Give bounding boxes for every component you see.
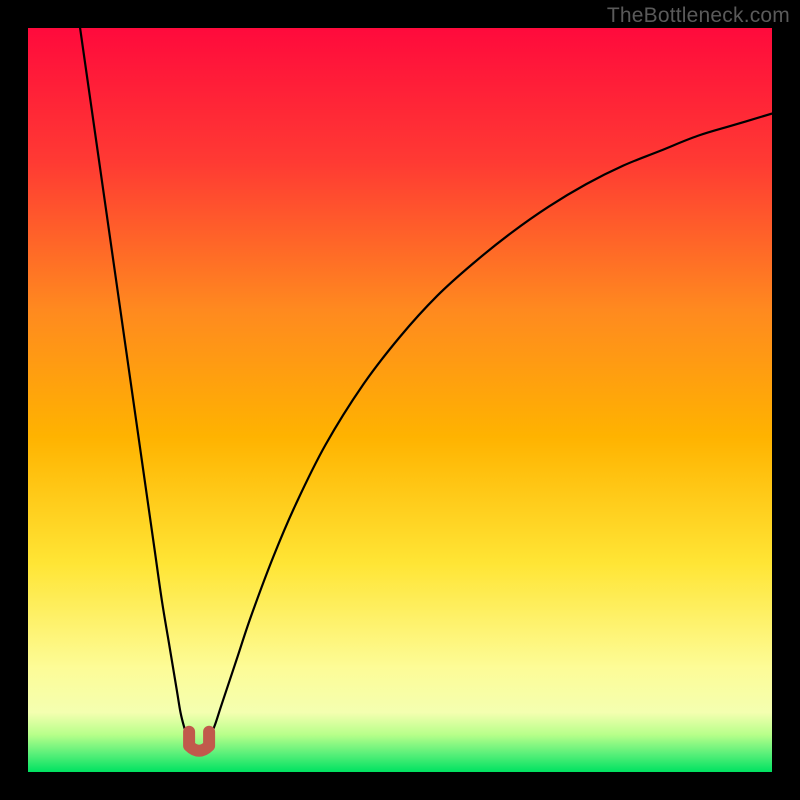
gradient-background xyxy=(28,28,772,772)
watermark-text: TheBottleneck.com xyxy=(607,4,790,28)
chart-frame xyxy=(28,28,772,772)
bottleneck-chart xyxy=(28,28,772,772)
